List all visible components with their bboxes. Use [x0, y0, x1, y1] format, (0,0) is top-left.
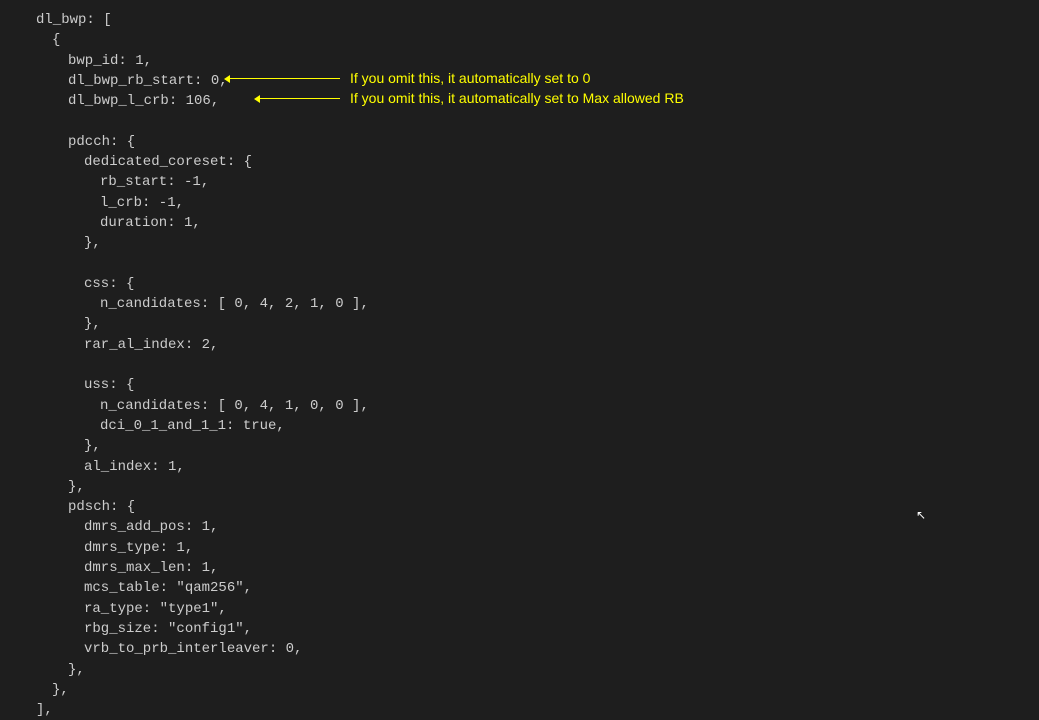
line-css-close: },: [20, 314, 1019, 334]
line-brace-close: },: [20, 680, 1019, 700]
arrow-rb-start: [230, 78, 340, 79]
line-mcs-table: mcs_table: "qam256",: [20, 578, 1019, 598]
line-dci-0-1-and-1-1: dci_0_1_and_1_1: true,: [20, 416, 1019, 436]
line-rbg-size: rbg_size: "config1",: [20, 619, 1019, 639]
line-uss-close: },: [20, 436, 1019, 456]
annotation-l-crb: If you omit this, it automatically set t…: [350, 88, 684, 108]
line-uss-open: uss: {: [20, 375, 1019, 395]
line-dmrs-max-len: dmrs_max_len: 1,: [20, 558, 1019, 578]
line-dl-bwp-close: ],: [20, 700, 1019, 720]
mouse-cursor-icon: ↖: [916, 508, 926, 525]
line-uss-n-candidates: n_candidates: [ 0, 4, 1, 0, 0 ],: [20, 396, 1019, 416]
line-dl-bwp-open: dl_bwp: [: [20, 10, 1019, 30]
line-brace-open: {: [20, 30, 1019, 50]
line-pdcch-close: },: [20, 477, 1019, 497]
line-duration: duration: 1,: [20, 213, 1019, 233]
arrow-l-crb: [260, 98, 340, 99]
line-dmrs-add-pos: dmrs_add_pos: 1,: [20, 517, 1019, 537]
code-block: dl_bwp: [ { bwp_id: 1, dl_bwp_rb_start: …: [20, 10, 1019, 720]
line-rb-start: rb_start: -1,: [20, 172, 1019, 192]
line-al-index: al_index: 1,: [20, 457, 1019, 477]
line-rar-al-index: rar_al_index: 2,: [20, 335, 1019, 355]
line-l-crb: l_crb: -1,: [20, 193, 1019, 213]
line-dmrs-type: dmrs_type: 1,: [20, 538, 1019, 558]
line-pdcch-open: pdcch: {: [20, 132, 1019, 152]
annotation-rb-start: If you omit this, it automatically set t…: [350, 68, 590, 88]
line-ra-type: ra_type: "type1",: [20, 599, 1019, 619]
line-pdsch-open: pdsch: {: [20, 497, 1019, 517]
line-dedicated-coreset-close: },: [20, 233, 1019, 253]
line-dedicated-coreset-open: dedicated_coreset: {: [20, 152, 1019, 172]
line-pdsch-close: },: [20, 660, 1019, 680]
line-css-n-candidates: n_candidates: [ 0, 4, 2, 1, 0 ],: [20, 294, 1019, 314]
line-css-open: css: {: [20, 274, 1019, 294]
line-vrb-to-prb-interleaver: vrb_to_prb_interleaver: 0,: [20, 639, 1019, 659]
